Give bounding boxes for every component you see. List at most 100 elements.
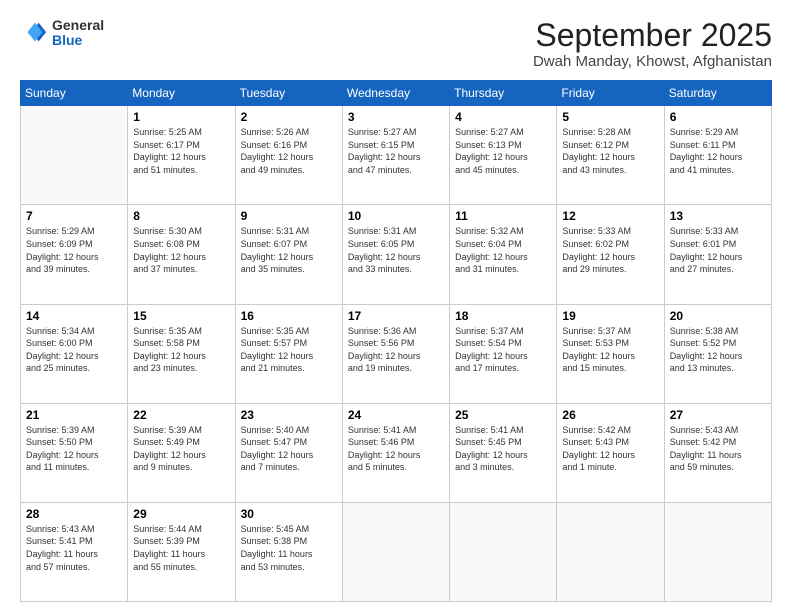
day-number: 4: [455, 110, 551, 124]
table-row: [21, 106, 128, 205]
day-info: Sunrise: 5:26 AM Sunset: 6:16 PM Dayligh…: [241, 126, 337, 176]
table-row: 6 Sunrise: 5:29 AM Sunset: 6:11 PM Daylig…: [664, 106, 771, 205]
day-number: 24: [348, 408, 444, 422]
calendar-subtitle: Dwah Manday, Khowst, Afghanistan: [533, 53, 772, 70]
day-number: 13: [670, 209, 766, 223]
day-number: 8: [133, 209, 229, 223]
col-saturday: Saturday: [664, 81, 771, 106]
day-info: Sunrise: 5:27 AM Sunset: 6:13 PM Dayligh…: [455, 126, 551, 176]
table-row: [664, 502, 771, 601]
day-number: 10: [348, 209, 444, 223]
table-row: 27Sunrise: 5:43 AM Sunset: 5:42 PM Dayli…: [664, 403, 771, 502]
day-info: Sunrise: 5:35 AM Sunset: 5:58 PM Dayligh…: [133, 325, 229, 375]
logo-blue-text: Blue: [52, 33, 104, 48]
table-row: 30Sunrise: 5:45 AM Sunset: 5:38 PM Dayli…: [235, 502, 342, 601]
day-number: 7: [26, 209, 122, 223]
day-info: Sunrise: 5:41 AM Sunset: 5:45 PM Dayligh…: [455, 424, 551, 474]
day-number: 16: [241, 309, 337, 323]
day-number: 14: [26, 309, 122, 323]
table-row: 7 Sunrise: 5:29 AM Sunset: 6:09 PM Daylig…: [21, 205, 128, 304]
day-info: Sunrise: 5:40 AM Sunset: 5:47 PM Dayligh…: [241, 424, 337, 474]
table-row: 4 Sunrise: 5:27 AM Sunset: 6:13 PM Daylig…: [450, 106, 557, 205]
day-info: Sunrise: 5:41 AM Sunset: 5:46 PM Dayligh…: [348, 424, 444, 474]
page: General Blue September 2025 Dwah Manday,…: [0, 0, 792, 612]
table-row: 29 Sunrise: 5:44 AM Sunset: 5:39 PM Dayli…: [128, 502, 235, 601]
table-row: 14 Sunrise: 5:34 AM Sunset: 6:00 PM Dayli…: [21, 304, 128, 403]
logo-text: General Blue: [52, 18, 104, 49]
table-row: 5 Sunrise: 5:28 AM Sunset: 6:12 PM Daylig…: [557, 106, 664, 205]
day-number: 18: [455, 309, 551, 323]
col-monday: Monday: [128, 81, 235, 106]
table-row: 12 Sunrise: 5:33 AM Sunset: 6:02 PM Dayli…: [557, 205, 664, 304]
calendar-week-row: 1 Sunrise: 5:25 AM Sunset: 6:17 PM Daylig…: [21, 106, 772, 205]
day-info: Sunrise: 5:33 AM Sunset: 6:02 PM Dayligh…: [562, 225, 658, 275]
day-info: Sunrise: 5:28 AM Sunset: 6:12 PM Dayligh…: [562, 126, 658, 176]
day-number: 23: [241, 408, 337, 422]
day-info: Sunrise: 5:30 AM Sunset: 6:08 PM Dayligh…: [133, 225, 229, 275]
table-row: 9Sunrise: 5:31 AM Sunset: 6:07 PM Daylig…: [235, 205, 342, 304]
day-number: 5: [562, 110, 658, 124]
table-row: 24 Sunrise: 5:41 AM Sunset: 5:46 PM Dayli…: [342, 403, 449, 502]
table-row: 25Sunrise: 5:41 AM Sunset: 5:45 PM Dayli…: [450, 403, 557, 502]
table-row: 21Sunrise: 5:39 AM Sunset: 5:50 PM Dayli…: [21, 403, 128, 502]
col-sunday: Sunday: [21, 81, 128, 106]
table-row: 23 Sunrise: 5:40 AM Sunset: 5:47 PM Dayli…: [235, 403, 342, 502]
day-info: Sunrise: 5:39 AM Sunset: 5:49 PM Dayligh…: [133, 424, 229, 474]
day-info: Sunrise: 5:37 AM Sunset: 5:53 PM Dayligh…: [562, 325, 658, 375]
day-info: Sunrise: 5:44 AM Sunset: 5:39 PM Dayligh…: [133, 523, 229, 573]
col-tuesday: Tuesday: [235, 81, 342, 106]
title-block: September 2025 Dwah Manday, Khowst, Afgh…: [533, 18, 772, 70]
day-number: 1: [133, 110, 229, 124]
logo-general-text: General: [52, 18, 104, 33]
table-row: 3Sunrise: 5:27 AM Sunset: 6:15 PM Daylig…: [342, 106, 449, 205]
calendar-title: September 2025: [533, 18, 772, 53]
day-info: Sunrise: 5:32 AM Sunset: 6:04 PM Dayligh…: [455, 225, 551, 275]
day-number: 6: [670, 110, 766, 124]
table-row: 26 Sunrise: 5:42 AM Sunset: 5:43 PM Dayli…: [557, 403, 664, 502]
table-row: 18 Sunrise: 5:37 AM Sunset: 5:54 PM Dayli…: [450, 304, 557, 403]
table-row: 2 Sunrise: 5:26 AM Sunset: 6:16 PM Daylig…: [235, 106, 342, 205]
header: General Blue September 2025 Dwah Manday,…: [20, 18, 772, 70]
calendar-table: Sunday Monday Tuesday Wednesday Thursday…: [20, 80, 772, 602]
day-number: 17: [348, 309, 444, 323]
day-number: 21: [26, 408, 122, 422]
day-number: 29: [133, 507, 229, 521]
col-thursday: Thursday: [450, 81, 557, 106]
table-row: 28Sunrise: 5:43 AM Sunset: 5:41 PM Dayli…: [21, 502, 128, 601]
table-row: 15 Sunrise: 5:35 AM Sunset: 5:58 PM Dayli…: [128, 304, 235, 403]
day-info: Sunrise: 5:29 AM Sunset: 6:09 PM Dayligh…: [26, 225, 122, 275]
table-row: 11 Sunrise: 5:32 AM Sunset: 6:04 PM Dayli…: [450, 205, 557, 304]
table-row: 1 Sunrise: 5:25 AM Sunset: 6:17 PM Daylig…: [128, 106, 235, 205]
table-row: [450, 502, 557, 601]
table-row: 22Sunrise: 5:39 AM Sunset: 5:49 PM Dayli…: [128, 403, 235, 502]
col-wednesday: Wednesday: [342, 81, 449, 106]
day-info: Sunrise: 5:33 AM Sunset: 6:01 PM Dayligh…: [670, 225, 766, 275]
day-number: 26: [562, 408, 658, 422]
day-info: Sunrise: 5:36 AM Sunset: 5:56 PM Dayligh…: [348, 325, 444, 375]
day-info: Sunrise: 5:25 AM Sunset: 6:17 PM Dayligh…: [133, 126, 229, 176]
day-number: 12: [562, 209, 658, 223]
day-info: Sunrise: 5:34 AM Sunset: 6:00 PM Dayligh…: [26, 325, 122, 375]
logo-icon: [20, 19, 48, 47]
day-info: Sunrise: 5:38 AM Sunset: 5:52 PM Dayligh…: [670, 325, 766, 375]
col-friday: Friday: [557, 81, 664, 106]
table-row: 19 Sunrise: 5:37 AM Sunset: 5:53 PM Dayli…: [557, 304, 664, 403]
day-number: 11: [455, 209, 551, 223]
table-row: 13 Sunrise: 5:33 AM Sunset: 6:01 PM Dayli…: [664, 205, 771, 304]
day-number: 15: [133, 309, 229, 323]
table-row: 16 Sunrise: 5:35 AM Sunset: 5:57 PM Dayli…: [235, 304, 342, 403]
table-row: 20Sunrise: 5:38 AM Sunset: 5:52 PM Dayli…: [664, 304, 771, 403]
calendar-week-row: 28Sunrise: 5:43 AM Sunset: 5:41 PM Dayli…: [21, 502, 772, 601]
day-info: Sunrise: 5:37 AM Sunset: 5:54 PM Dayligh…: [455, 325, 551, 375]
day-info: Sunrise: 5:35 AM Sunset: 5:57 PM Dayligh…: [241, 325, 337, 375]
table-row: [342, 502, 449, 601]
day-number: 19: [562, 309, 658, 323]
day-number: 2: [241, 110, 337, 124]
day-info: Sunrise: 5:43 AM Sunset: 5:42 PM Dayligh…: [670, 424, 766, 474]
day-info: Sunrise: 5:42 AM Sunset: 5:43 PM Dayligh…: [562, 424, 658, 474]
day-info: Sunrise: 5:29 AM Sunset: 6:11 PM Dayligh…: [670, 126, 766, 176]
table-row: [557, 502, 664, 601]
day-number: 3: [348, 110, 444, 124]
table-row: 8 Sunrise: 5:30 AM Sunset: 6:08 PM Daylig…: [128, 205, 235, 304]
calendar-week-row: 14 Sunrise: 5:34 AM Sunset: 6:00 PM Dayli…: [21, 304, 772, 403]
